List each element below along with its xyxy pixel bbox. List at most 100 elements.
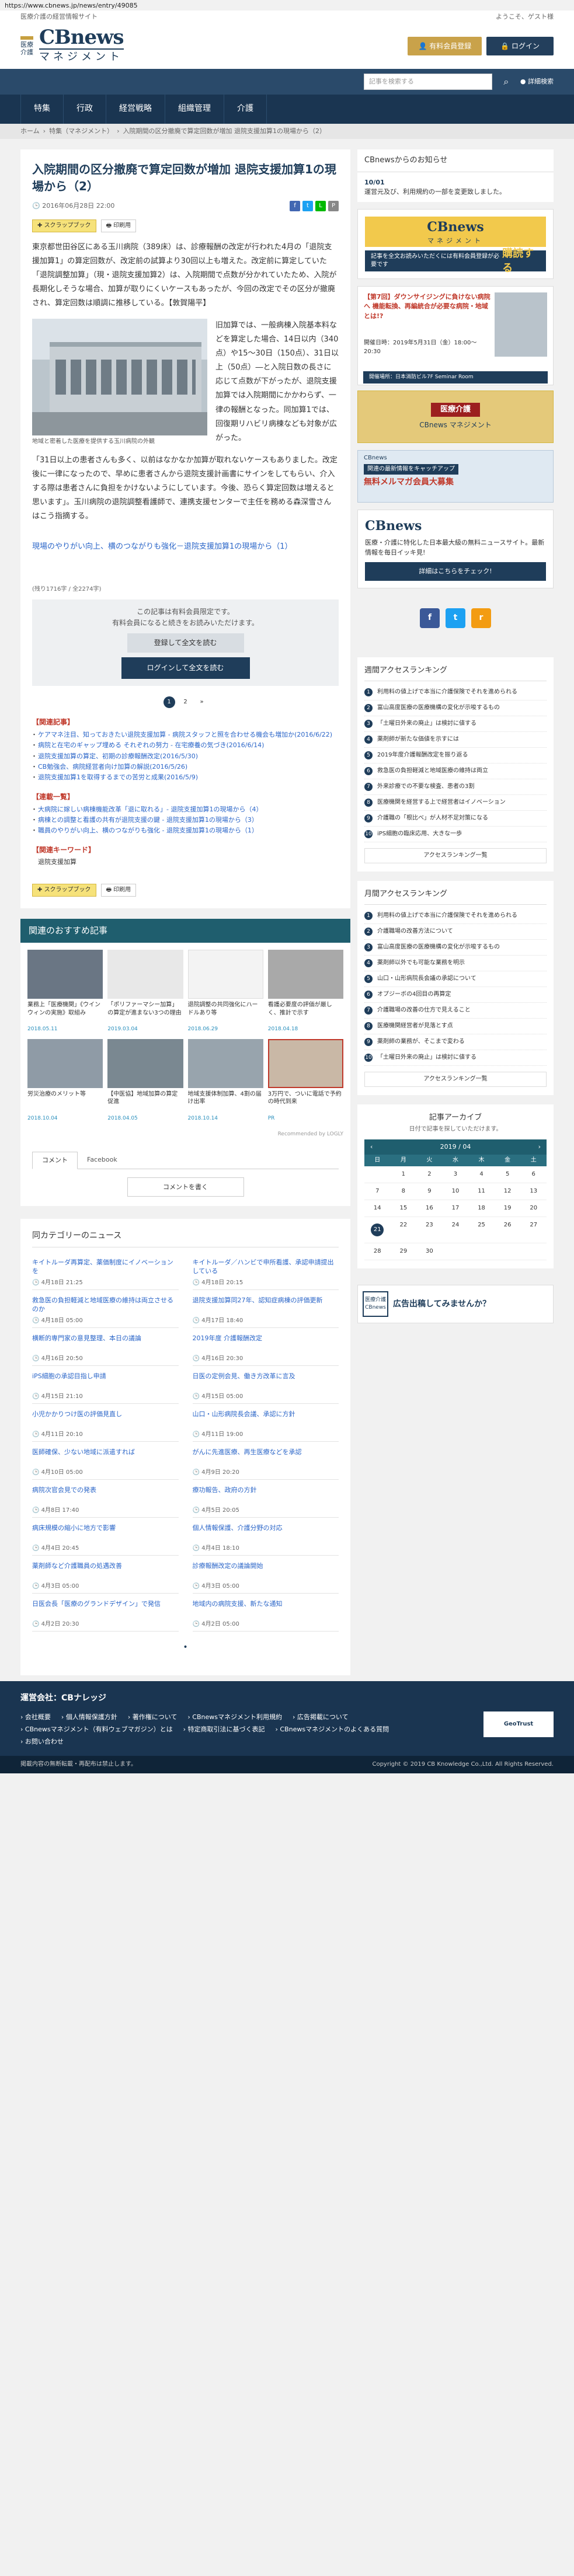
calendar-day[interactable]: 17 — [442, 1200, 469, 1217]
mailmag-banner[interactable]: CBnews 関連の最新情報をキャッチアップ 無料メルマガ会員大募集 — [357, 449, 554, 503]
ranking-item[interactable]: 10 iPS細胞の臨床応用、大きな一歩 — [364, 827, 547, 842]
footer-link[interactable]: 会社概要 — [20, 1713, 51, 1721]
calendar-day[interactable]: 10 — [442, 1183, 469, 1200]
calendar-day[interactable]: 15 — [390, 1200, 417, 1217]
news-item[interactable]: 日医の定例会見、働き方改革に言及 🕒 4月15日 05:00 — [192, 1366, 339, 1404]
ranking-item[interactable]: 4 薬剤師が新たな価値を示すには — [364, 732, 547, 748]
calendar-day[interactable]: 4 — [468, 1166, 495, 1183]
series-link[interactable]: 病棟との調整と看護の共有が退院支援の鍵 - 退院支援加算1の現場から（3） — [31, 815, 339, 825]
calendar-day[interactable]: 3 — [442, 1166, 469, 1183]
nav-item[interactable]: 組織管理 — [165, 95, 224, 124]
facebook-icon[interactable]: f — [420, 608, 440, 628]
calendar-day[interactable]: 30 — [416, 1243, 443, 1260]
ranking-item[interactable]: 2 富山高度医療の医療機構の変化が示唆するもの — [364, 700, 547, 716]
line-icon[interactable]: L — [315, 201, 326, 211]
ranking-item[interactable]: 3 富山高度医療の医療機構の変化が示唆するもの — [364, 940, 547, 956]
scrapbook-button[interactable]: ✚ スクラップブック — [32, 884, 96, 897]
calendar-day[interactable]: 6 — [520, 1166, 547, 1183]
news-item[interactable]: 小児かかりつけ医の評価見直し 🕒 4月11日 20:10 — [32, 1404, 179, 1442]
ranking-item[interactable]: 8 医療機関経営者が見落とす点 — [364, 1019, 547, 1035]
ranking-item[interactable]: 7 外来診療での不要な検査、患者の3割 — [364, 779, 547, 795]
footer-link[interactable]: 広告掲載について — [293, 1713, 349, 1721]
register-read-button[interactable]: 登録して全文を読む — [127, 633, 244, 653]
news-item[interactable]: 病院次官会見での発表 🕒 4月8日 17:40 — [32, 1480, 179, 1518]
recommend-item[interactable]: 【中医協】地域加算の算定促進 2018.04.05 — [107, 1038, 183, 1123]
news-item[interactable]: 山口・山形病院長会議、承認に方針 🕒 4月11日 19:00 — [192, 1404, 339, 1442]
ranking-item[interactable]: 2 介護職場の改善方法について — [364, 924, 547, 940]
ranking-item[interactable]: 1 利用料の値上げで本当に介護保険でそれを進められる — [364, 685, 547, 700]
footer-link[interactable]: お問い合わせ — [20, 1737, 64, 1746]
calendar-day[interactable]: 22 — [390, 1217, 417, 1243]
footer-link[interactable]: CBnewsマネジメント（有料ウェブマガジン）とは — [20, 1725, 173, 1734]
calendar-day[interactable]: 12 — [494, 1183, 521, 1200]
recommend-item[interactable]: 退院調整の共同強化にハードルあり等 2018.06.29 — [187, 950, 263, 1033]
calendar-day[interactable]: 28 — [364, 1243, 391, 1260]
recommend-item[interactable]: 看護必要度の評価が厳しく、推計で示す 2018.04.18 — [267, 950, 343, 1033]
nav-item[interactable]: 介護 — [224, 95, 267, 124]
news-item[interactable]: 退院支援加算同27年、認知症病棟の評価更新 🕒 4月17日 18:40 — [192, 1290, 339, 1328]
news-item[interactable]: 2019年度 介護報酬改定 🕒 4月16日 20:30 — [192, 1328, 339, 1366]
calendar-day[interactable]: 19 — [494, 1200, 521, 1217]
page-1[interactable]: 1 — [163, 696, 175, 709]
ranking-item[interactable]: 9 薬剤師の業務が、そこまで変わる — [364, 1034, 547, 1051]
ranking-item[interactable]: 7 介護職場の改善の仕方で見えること — [364, 1003, 547, 1019]
ranking-item[interactable]: 1 利用料の値上げで本当に介護保険でそれを進められる — [364, 908, 547, 925]
calendar-day[interactable]: 2 — [416, 1166, 443, 1183]
ranking-item[interactable]: 4 薬剤師以外でも可能な業務を明示 — [364, 956, 547, 972]
recommend-item[interactable]: 「ポリファーマシー加算」の算定が進まない3つの理由 2019.03.04 — [107, 950, 183, 1033]
news-item[interactable]: 療功報告、政府の方針 🕒 4月5日 20:05 — [192, 1480, 339, 1518]
next-month-icon[interactable]: › — [538, 1142, 541, 1151]
print-button[interactable]: 🖶 印刷用 — [100, 884, 137, 897]
page-2[interactable]: 2 — [180, 696, 192, 708]
recommend-item[interactable]: 地域支援体制加算、4割の届け出率 2018.10.14 — [187, 1038, 263, 1123]
footer-link[interactable]: 特定商取引法に基づく表記 — [183, 1725, 265, 1734]
subscribe-banner[interactable]: CBnews マネジメント 記事を全文お読みいただくには有料会員登録が必要です 購読… — [357, 208, 554, 279]
pocket-icon[interactable]: P — [328, 201, 339, 211]
ranking-item[interactable]: 8 医療機関を経営する上で経営者はイノベーション — [364, 795, 547, 811]
series-link[interactable]: 大病院に嫁しい病棟機能改革「退に取れる」- 退院支援加算1の現場から（4） — [31, 804, 339, 815]
news-item[interactable]: がんに先進医療、再生医療などを承認 🕒 4月9日 20:20 — [192, 1442, 339, 1480]
twitter-icon[interactable]: t — [446, 608, 465, 628]
related-link[interactable]: 病院と在宅のギャップ埋める それぞれの努力 - 在宅療養の気づき(2016/6/… — [31, 740, 339, 751]
monthly-ranking-more[interactable]: アクセスランキング一覧 — [364, 1072, 547, 1087]
ranking-item[interactable]: 6 オプジーボの4回目の再算定 — [364, 987, 547, 1003]
calendar-day[interactable]: 23 — [416, 1217, 443, 1243]
ranking-item[interactable]: 5 山口・山形病院長会議の承認について — [364, 971, 547, 988]
print-button[interactable]: 🖶 印刷用 — [100, 219, 137, 232]
calendar-day[interactable]: 24 — [442, 1217, 469, 1243]
nav-item[interactable]: 特集 — [20, 95, 64, 124]
series-link[interactable]: 職員のやりがい向上、横のつながりも強化 - 退院支援加算1の現場から（1） — [31, 825, 339, 836]
footer-link[interactable]: CBnewsマネジメント利用規約 — [187, 1713, 282, 1721]
page-next[interactable]: » — [196, 696, 208, 708]
tab-facebook[interactable]: Facebook — [78, 1152, 127, 1168]
keyword-link[interactable]: 退院支援加算 — [32, 857, 339, 866]
management-banner[interactable]: 医療介護 CBnews マネジメント — [357, 390, 554, 443]
breadcrumb-home[interactable]: ホーム — [20, 127, 40, 135]
advanced-search-link[interactable]: ● 詳細検索 — [520, 77, 554, 86]
calendar-day[interactable]: 14 — [364, 1200, 391, 1217]
login-read-button[interactable]: ログインして全文を読む — [121, 657, 250, 679]
related-link[interactable]: 退院支援加算の算定、初期の診療報酬改定(2016/5/30) — [31, 751, 339, 762]
search-icon[interactable]: ⌕ — [498, 74, 514, 90]
cbnews-banner[interactable]: CBnews 医療・介護に特化した日本最大級の無料ニュースサイト。最新情報を毎日… — [357, 509, 554, 588]
site-logo[interactable]: 医療介護 CBnews マネジメント — [20, 27, 124, 64]
footer-link[interactable]: CBnewsマネジメントのよくある質問 — [276, 1725, 389, 1734]
calendar-day[interactable]: 18 — [468, 1200, 495, 1217]
news-item[interactable]: キイトルーダ／ハンビで申所看護、承認申請提出している 🕒 4月18日 20:15 — [192, 1252, 339, 1290]
footer-link[interactable]: 個人情報保護方針 — [61, 1713, 117, 1721]
news-item[interactable]: 医師確保、少ない地域に派遣すれば 🕒 4月10日 05:00 — [32, 1442, 179, 1480]
ranking-item[interactable]: 3 「土曜日外来の廃止」は検討に値する — [364, 716, 547, 732]
calendar-day[interactable]: 16 — [416, 1200, 443, 1217]
ranking-item[interactable]: 10 「土曜日外来の廃止」は検討に値する — [364, 1050, 547, 1066]
calendar-day[interactable]: 29 — [390, 1243, 417, 1260]
login-button[interactable]: 🔒 ログイン — [486, 36, 554, 56]
notice-item[interactable]: 10/01 運営元及び、利用規約の一部を変更致しました。 — [357, 172, 554, 202]
footer-link[interactable]: 著作権について — [128, 1713, 178, 1721]
register-button[interactable]: 👤 有料会員登録 — [408, 36, 482, 56]
prev-month-icon[interactable]: ‹ — [370, 1142, 373, 1151]
ranking-item[interactable]: 6 救急医の負担軽減と地域医療の維持は両立 — [364, 764, 547, 779]
nav-item[interactable]: 行政 — [64, 95, 106, 124]
related-link[interactable]: ケアマネ注目、知っておきたい退院支援加算 - 病院スタッフと照を合わせる機会も増… — [31, 730, 339, 740]
tab-comments[interactable]: コメント — [32, 1152, 78, 1169]
news-item[interactable]: 薬剤師など介護職員の処遇改善 🕒 4月3日 05:00 — [32, 1556, 179, 1594]
